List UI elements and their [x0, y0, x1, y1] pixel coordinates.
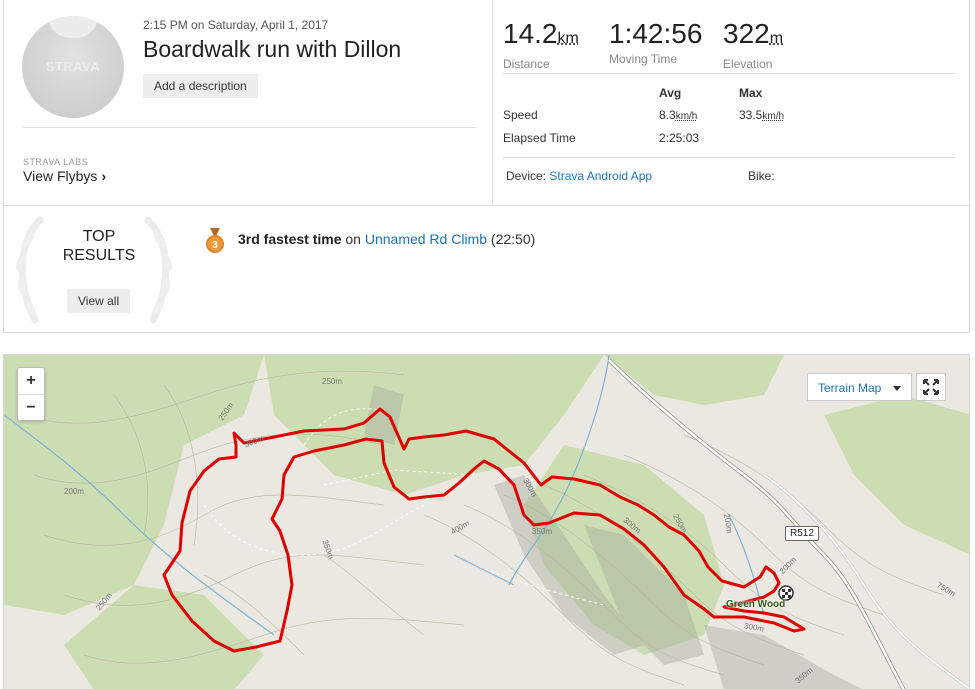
distance-label: Distance — [503, 57, 550, 71]
vertical-divider — [492, 0, 493, 205]
map-type-select[interactable]: Terrain Map — [807, 373, 912, 401]
fullscreen-button[interactable] — [916, 373, 946, 401]
moving-time-label: Moving Time — [609, 52, 678, 66]
place-label: Green Wood — [726, 599, 786, 610]
athlete-avatar[interactable]: STRAVA — [22, 16, 124, 118]
section-divider — [4, 205, 969, 206]
device-info: Device: Strava Android App — [506, 169, 652, 183]
contour-label: 350m — [532, 527, 553, 536]
speed-avg: 8.3km/h — [659, 108, 697, 122]
forest-areas — [4, 355, 969, 689]
moving-time-value: 1:42:56 — [609, 18, 703, 49]
contour-label: 250m — [322, 377, 343, 386]
elevation-label: Elevation — [723, 57, 773, 71]
top-results-line1: TOP — [82, 228, 116, 245]
map-type-label: Terrain Map — [818, 381, 882, 395]
activity-title: Boardwalk run with Dillon — [143, 36, 402, 62]
elevation-unit: m — [769, 30, 784, 47]
speed-avg-value: 8.3 — [659, 108, 676, 122]
activity-date: 2:15 PM on Saturday, April 1, 2017 — [143, 18, 329, 32]
zoom-control: + − — [17, 367, 45, 421]
speed-label: Speed — [503, 108, 538, 122]
speed-max-unit: km/h — [762, 111, 785, 122]
distance-unit: km — [557, 30, 579, 47]
add-description-button[interactable]: Add a description — [143, 74, 258, 98]
device-link[interactable]: Strava Android App — [549, 169, 652, 183]
terrain-map — [4, 355, 969, 689]
bronze-medal-icon: 3 — [206, 228, 224, 253]
road-label: R512 — [785, 526, 819, 541]
zoom-out-button[interactable]: − — [18, 394, 44, 421]
distance-stat: 14.2km Distance — [503, 18, 579, 71]
avatar-logo: STRAVA — [45, 59, 101, 74]
avatar-collar — [48, 16, 98, 38]
view-all-button[interactable]: View all — [67, 289, 131, 313]
elevation-value: 322 — [723, 18, 770, 49]
elevation-stat: 322m Elevation — [723, 18, 783, 71]
avg-header: Avg — [659, 86, 682, 100]
zoom-in-button[interactable]: + — [18, 368, 44, 394]
segment-link[interactable]: Unnamed Rd Climb — [365, 231, 487, 247]
achievement-text: 3rd fastest time on Unnamed Rd Climb (22… — [238, 231, 535, 247]
bike-label: Bike: — [748, 169, 775, 183]
caret-down-icon — [893, 386, 901, 391]
device-label: Device: — [506, 169, 547, 183]
medal-rank: 3 — [212, 240, 218, 251]
strava-labs-label: STRAVA LABS — [23, 157, 89, 167]
details-divider — [503, 157, 955, 158]
segment-time: (22:50) — [490, 231, 536, 247]
moving-time-stat: 1:42:56 Moving Time — [609, 18, 702, 66]
elapsed-time-label: Elapsed Time — [503, 131, 576, 145]
route-map[interactable]: 250m 250m 300m 200m 350m 400m 300m 350m … — [3, 354, 970, 689]
view-flybys-label: View Flybys — [23, 168, 98, 184]
speed-avg-unit: km/h — [675, 111, 698, 122]
achievement-on: on — [345, 231, 361, 247]
chevron-right-icon: › — [101, 168, 107, 184]
speed-max-value: 33.5 — [739, 108, 763, 122]
activity-summary-card: STRAVA 2:15 PM on Saturday, April 1, 201… — [3, 0, 970, 333]
max-header: Max — [739, 86, 763, 100]
expand-icon — [923, 379, 939, 395]
distance-value: 14.2 — [503, 18, 558, 49]
top-results-title: TOP RESULTS — [44, 227, 154, 265]
speed-max: 33.5km/h — [739, 108, 784, 122]
top-results-line2: RESULTS — [62, 247, 136, 264]
view-flybys-link[interactable]: View Flybys › — [23, 168, 106, 184]
divider — [23, 127, 476, 128]
achievement-bold: 3rd fastest time — [238, 231, 342, 247]
elapsed-time-value: 2:25:03 — [659, 131, 700, 145]
stats-divider — [503, 73, 955, 74]
contour-label: 200m — [64, 487, 85, 496]
